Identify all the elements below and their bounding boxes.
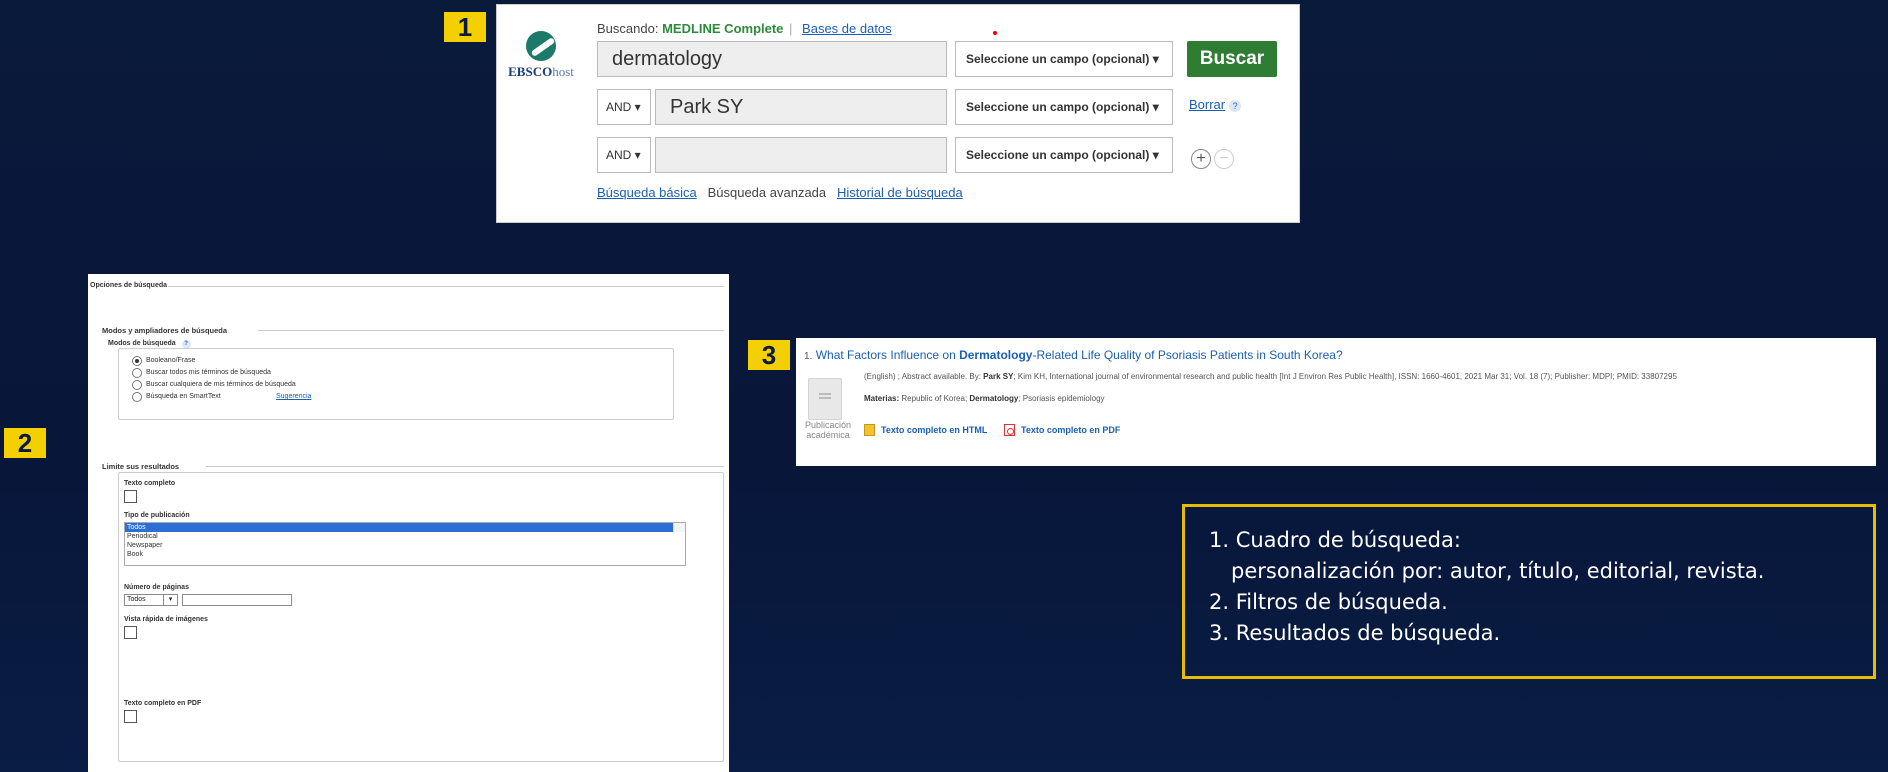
marker-1: 1 bbox=[444, 12, 486, 42]
search-term-2[interactable]: Park SY bbox=[655, 89, 947, 125]
clear-link[interactable]: Borrar? bbox=[1189, 97, 1242, 112]
pub-type-option[interactable]: Todos bbox=[125, 523, 685, 532]
mode-label-smarttext: Búsqueda en SmartText bbox=[146, 393, 221, 400]
publication-type: Publicación académica bbox=[804, 420, 852, 440]
mode-radio-all-terms[interactable] bbox=[132, 368, 142, 378]
red-dot bbox=[993, 31, 997, 35]
divider bbox=[168, 286, 724, 287]
divider bbox=[206, 466, 724, 467]
operator-select-2[interactable]: AND ▾ bbox=[597, 89, 651, 125]
add-row-icon[interactable]: + bbox=[1191, 149, 1211, 169]
marker-2: 2 bbox=[4, 428, 46, 458]
search-term-1[interactable]: dermatology bbox=[597, 41, 947, 77]
legend-box: 1. Cuadro de búsqueda: personalización p… bbox=[1182, 504, 1876, 679]
pages-select[interactable]: Todos ▾ bbox=[124, 594, 178, 606]
full-text-checkbox[interactable] bbox=[124, 490, 137, 503]
mode-label-boolean: Booleano/Frase bbox=[146, 357, 196, 364]
full-text-label: Texto completo bbox=[124, 480, 176, 487]
result-subjects: Materias: Republic of Korea; Dermatology… bbox=[864, 394, 1105, 403]
separator: | bbox=[789, 21, 793, 36]
logo-suffix: host bbox=[552, 64, 574, 79]
pub-type-option[interactable]: Newspaper bbox=[125, 541, 685, 550]
row-controls: + − bbox=[1191, 149, 1234, 169]
search-term-3[interactable] bbox=[655, 137, 947, 173]
pub-type-listbox[interactable]: Todos Periodical Newspaper Book bbox=[124, 522, 686, 566]
field-select-1[interactable]: Seleccione un campo (opcional) ▾ bbox=[955, 41, 1173, 77]
modes-heading: Modos y ampliadores de búsqueda bbox=[102, 326, 228, 335]
pub-type-option[interactable]: Periodical bbox=[125, 532, 685, 541]
author-highlight: Park SY bbox=[983, 372, 1014, 381]
pdf-full-text-link[interactable]: Texto completo en PDF bbox=[1004, 424, 1120, 436]
help-icon[interactable]: ? bbox=[1229, 100, 1242, 112]
listbox-scrollbar[interactable] bbox=[673, 523, 685, 532]
smarttext-hint-link[interactable]: Sugerencia bbox=[276, 393, 311, 400]
marker-3: 3 bbox=[748, 340, 790, 370]
result-panel: 1. What Factors Influence on Dermatology… bbox=[796, 338, 1876, 466]
pdf-full-text-label: Texto completo en PDF bbox=[1021, 425, 1121, 435]
html-full-text-label: Texto completo en HTML bbox=[881, 425, 988, 435]
remove-row-icon[interactable]: − bbox=[1214, 149, 1234, 169]
result-metadata: (English) ; Abstract available. By: Park… bbox=[864, 372, 1677, 381]
search-button[interactable]: Buscar bbox=[1187, 41, 1277, 77]
pub-type-option[interactable]: Book bbox=[125, 550, 685, 559]
clear-link-label: Borrar bbox=[1189, 97, 1226, 112]
field-select-3[interactable]: Seleccione un campo (opcional) ▾ bbox=[955, 137, 1173, 173]
pages-select-value: Todos bbox=[127, 596, 146, 603]
limits-group bbox=[118, 472, 724, 762]
title-highlight: Dermatology bbox=[959, 348, 1033, 362]
document-icon bbox=[808, 378, 842, 420]
mode-radio-smarttext[interactable] bbox=[132, 392, 142, 402]
limit-heading: Limite sus resultados bbox=[102, 462, 180, 471]
legend-item-1: 1. Cuadro de búsqueda: bbox=[1209, 528, 1461, 552]
mode-label-any-terms: Buscar cualquiera de mis términos de bús… bbox=[146, 381, 296, 388]
search-links: Búsqueda básica Búsqueda avanzada Histor… bbox=[597, 185, 963, 200]
legend-item-2: 2. Filtros de búsqueda. bbox=[1209, 590, 1448, 614]
image-quickview-label: Vista rápida de imágenes bbox=[124, 616, 208, 623]
search-history-link[interactable]: Historial de búsqueda bbox=[837, 185, 963, 200]
searching-line: Buscando: MEDLINE Complete | Bases de da… bbox=[597, 21, 892, 36]
ebsco-logo[interactable]: EBSCOhost bbox=[501, 31, 581, 80]
result-title-link[interactable]: 1. What Factors Influence on Dermatology… bbox=[804, 348, 1343, 362]
html-full-text-icon bbox=[864, 424, 875, 436]
mode-radio-boolean[interactable] bbox=[132, 356, 142, 366]
databases-link[interactable]: Bases de datos bbox=[802, 21, 892, 36]
result-number: 1. bbox=[804, 351, 813, 362]
divider bbox=[258, 330, 724, 331]
search-options-panel: Opciones de búsqueda Modos y ampliadores… bbox=[88, 274, 729, 772]
operator-select-3[interactable]: AND ▾ bbox=[597, 137, 651, 173]
pdf-full-text-checkbox[interactable] bbox=[124, 710, 137, 723]
pub-type-label: Tipo de publicación bbox=[124, 512, 190, 519]
advanced-search-label: Búsqueda avanzada bbox=[707, 185, 827, 200]
pdf-icon bbox=[1004, 424, 1015, 436]
field-select-2[interactable]: Seleccione un campo (opcional) ▾ bbox=[955, 89, 1173, 125]
subject-highlight: Dermatology bbox=[969, 394, 1019, 403]
image-quickview-checkbox[interactable] bbox=[124, 626, 137, 639]
options-heading: Opciones de búsqueda bbox=[90, 282, 168, 289]
pages-label: Número de páginas bbox=[124, 584, 189, 591]
html-full-text-link[interactable]: Texto completo en HTML bbox=[864, 424, 987, 436]
legend-item-1-detail: personalización por: autor, título, edit… bbox=[1231, 559, 1765, 583]
chevron-down-icon: ▾ bbox=[163, 595, 177, 605]
pdf-full-text-label: Texto completo en PDF bbox=[124, 700, 202, 707]
pages-input[interactable] bbox=[182, 594, 292, 606]
logo-text: EBSCO bbox=[508, 64, 553, 79]
ebsco-logo-icon bbox=[526, 31, 556, 61]
search-box-panel: EBSCOhost Buscando: MEDLINE Complete | B… bbox=[496, 4, 1300, 223]
searching-label: Buscando: bbox=[597, 21, 659, 36]
basic-search-link[interactable]: Búsqueda básica bbox=[597, 185, 697, 200]
legend-item-3: 3. Resultados de búsqueda. bbox=[1209, 621, 1501, 645]
subjects-label: Materias: bbox=[864, 394, 900, 403]
database-name: MEDLINE Complete bbox=[662, 21, 784, 36]
mode-label-all-terms: Buscar todos mis términos de búsqueda bbox=[146, 369, 271, 376]
mode-radio-any-terms[interactable] bbox=[132, 380, 142, 390]
